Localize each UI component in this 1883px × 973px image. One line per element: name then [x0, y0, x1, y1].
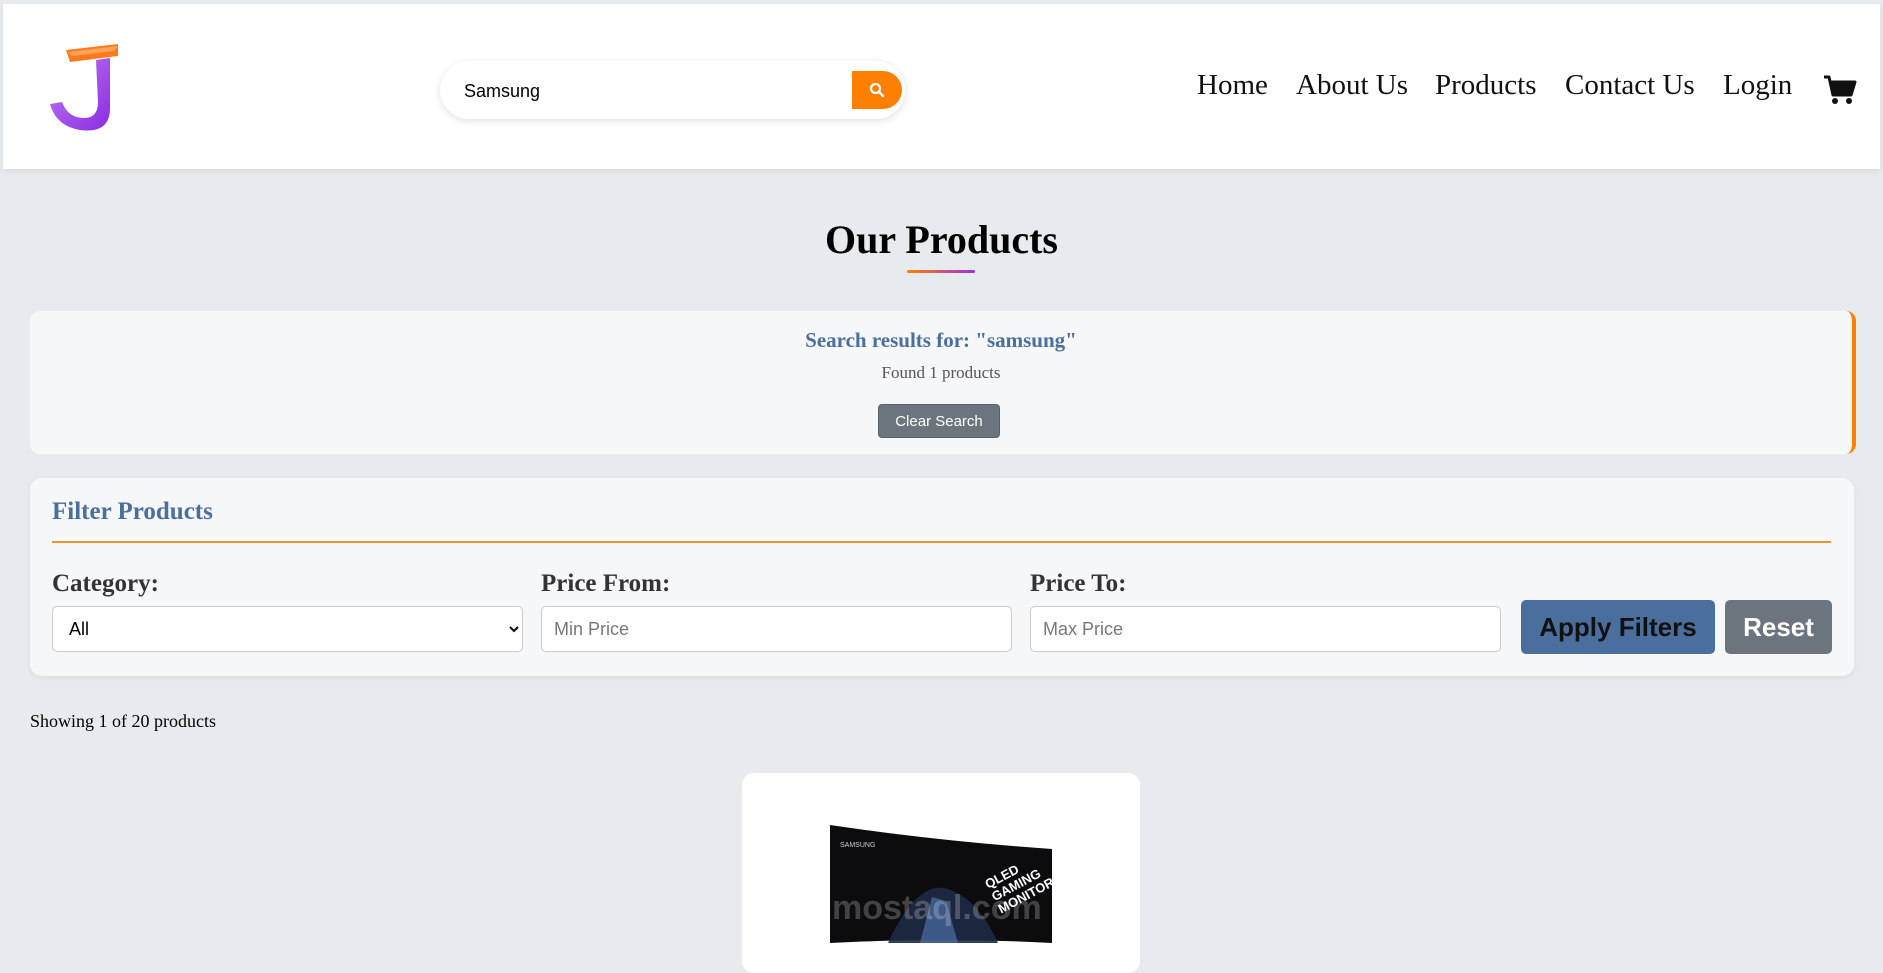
search-results-panel: Search results for: "samsung" Found 1 pr… — [30, 311, 1856, 454]
category-select[interactable]: All — [52, 606, 523, 652]
product-image[interactable]: SAMSUNG QLED GAMING MONITOR mostaql.com — [828, 819, 1054, 949]
product-brand-text: SAMSUNG — [840, 842, 875, 849]
nav-about-us[interactable]: About Us — [1296, 69, 1408, 102]
price-from-label: Price From: — [541, 570, 671, 597]
nav-contact-us[interactable]: Contact Us — [1565, 69, 1695, 102]
showing-count: Showing 1 of 20 products — [30, 711, 216, 731]
site-header: Home About Us Products Contact Us Login — [3, 4, 1880, 169]
clear-search-button[interactable]: Clear Search — [878, 404, 1000, 438]
watermark-text: mostaql.com — [832, 889, 1042, 927]
apply-filters-button[interactable]: Apply Filters — [1521, 600, 1715, 654]
filter-divider — [52, 541, 1831, 543]
max-price-input[interactable] — [1030, 606, 1501, 652]
reset-button[interactable]: Reset — [1725, 600, 1832, 654]
price-to-label: Price To: — [1030, 570, 1127, 597]
filter-title: Filter Products — [52, 498, 213, 525]
category-label: Category: — [52, 570, 159, 597]
search-results-count: Found 1 products — [881, 363, 1001, 382]
min-price-input[interactable] — [541, 606, 1012, 652]
filter-panel: Filter Products Category: All Price From… — [30, 478, 1854, 676]
main-nav: Home About Us Products Contact Us Login — [3, 69, 1880, 113]
shopping-cart-icon[interactable] — [1823, 74, 1857, 106]
nav-products[interactable]: Products — [1435, 69, 1537, 102]
product-card[interactable]: SAMSUNG QLED GAMING MONITOR mostaql.com — [742, 773, 1140, 973]
nav-home[interactable]: Home — [1197, 69, 1268, 102]
search-results-title: Search results for: "samsung" — [805, 328, 1077, 352]
title-underline — [907, 270, 975, 273]
page-title: Our Products — [825, 217, 1058, 262]
nav-login[interactable]: Login — [1723, 69, 1792, 102]
